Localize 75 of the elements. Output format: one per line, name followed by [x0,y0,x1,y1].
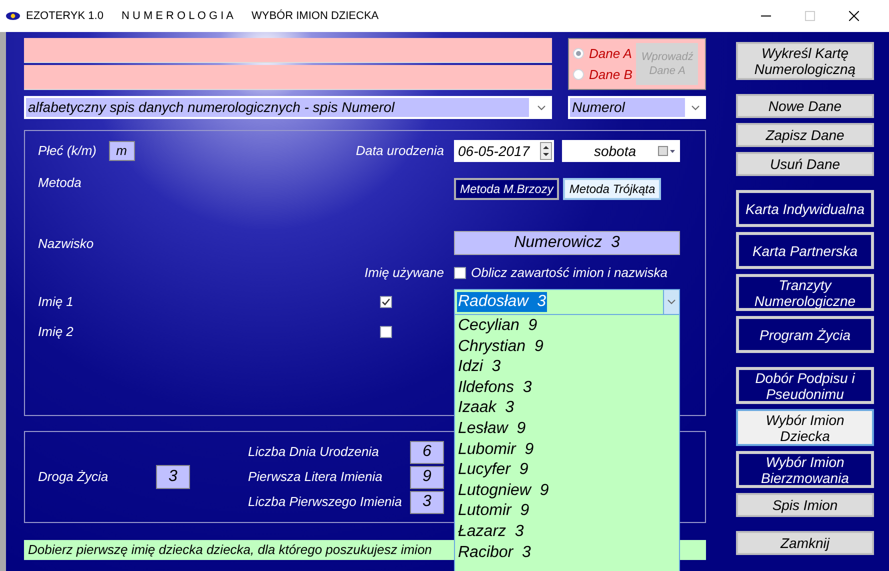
weekday-field[interactable]: sobota [562,140,680,162]
side-button[interactable]: Karta Indywidualna [736,190,874,227]
surname-field[interactable]: Numerowicz 3 [454,231,680,255]
number-field: 3 [410,490,444,514]
life-path-label: Droga Życia [38,468,110,486]
name-option[interactable]: Lesław 9 [458,418,679,440]
side-button[interactable]: Tranzyty Numerologiczne [736,274,874,311]
number-field: 9 [410,466,444,488]
first-name-combo-box[interactable]: Radosław 3 [454,289,680,315]
name-option[interactable]: Lubomir 9 [458,440,679,460]
spinner-icon[interactable] [540,142,552,160]
app-name: EZOTERYK 1.0 [26,8,104,24]
first-name-label: Imię 2 [38,323,74,342]
checkbox[interactable] [380,296,392,308]
side-button[interactable]: Zamknij [736,531,874,555]
window-title: WYBÓR IMION DZIECKA [252,8,379,24]
side-button[interactable]: Wybór Imion Dziecka [736,409,874,446]
surname-label: Nazwisko [38,234,94,252]
radio-label: Dane A [589,44,632,62]
name-option[interactable]: Łazarz 3 [458,522,679,543]
side-button[interactable]: Nowe Dane [736,94,874,118]
side-button[interactable]: Wybór Imion Bierzmowania [736,451,874,488]
dropdown-button[interactable] [663,290,679,314]
list-combo-box[interactable]: alfabetyczny spis danych numerologicznych - spis Numerol [24,96,552,119]
name-input-field[interactable] [24,65,552,90]
side-button[interactable]: Karta Partnerska [736,232,874,269]
number-label: Liczba Pierwszego Imienia [248,493,402,512]
method-button[interactable]: Metoda Trójkąta [563,178,662,200]
method-button[interactable]: Metoda M.Brzozy [454,178,560,200]
set-combo-value: Numerol [570,98,685,117]
side-button[interactable]: Dobór Podpisu i Pseudonimu [736,367,874,404]
birth-date-value: 06-05-2017 [458,142,530,160]
side-button[interactable]: Usuń Dane [736,152,874,176]
side-button[interactable]: Program Życia [736,316,874,353]
side-button[interactable]: Wykreśl Kartę Numerologiczną [736,42,874,80]
checkbox[interactable] [380,326,392,338]
app-section: N U M E R O L O G I A [121,8,234,24]
name-option[interactable]: Cecylian 9 [458,316,679,337]
close-icon[interactable] [849,11,859,21]
number-label: Pierwsza Litera Imienia [248,468,382,486]
name-option[interactable]: Izaak 3 [458,398,679,419]
side-button[interactable]: Spis Imion [736,493,874,517]
gender-field[interactable]: m [108,141,134,161]
birth-date-label: Data urodzenia [356,142,444,160]
calendar-icon[interactable] [658,146,676,156]
name-input-field[interactable] [24,38,552,63]
chevron-down-icon [537,104,546,110]
set-combo-box[interactable]: Numerol [568,96,706,119]
list-combo-value: alfabetyczny spis danych numerologicznych - spis Numerol [26,98,529,117]
side-button[interactable]: Zapisz Dane [736,123,874,147]
life-path-field: 3 [156,465,190,489]
radio-button[interactable] [573,69,584,80]
first-name-value: Radosław 3 [457,292,548,312]
name-option[interactable]: Chrystian 9 [458,336,679,358]
chevron-down-icon [691,104,700,110]
maximize-icon[interactable] [805,11,815,21]
radio-button[interactable] [573,48,584,59]
checkbox[interactable] [454,267,466,279]
name-option[interactable]: Lutomir 9 [458,501,679,522]
method-label: Metoda [38,174,82,192]
name-option[interactable]: Lucyfer 9 [458,460,679,481]
birth-date-field[interactable]: 06-05-2017 [454,140,554,162]
first-name-label: Imię 1 [38,293,74,312]
checkbox-label: Oblicz zawartość imion i nazwiska [471,264,668,282]
number-field: 6 [410,440,444,464]
name-option[interactable]: Lutogniew 9 [458,480,679,502]
number-label: Liczba Dnia Urodzenia [248,443,379,462]
radio-label: Dane B [589,66,632,84]
chevron-down-icon [667,299,676,305]
weekday-value: sobota [592,142,638,160]
used-name-label: Imię używane [364,264,444,282]
name-option[interactable]: Ildefons 3 [458,378,679,398]
name-option[interactable]: Idzi 3 [458,357,679,378]
eye-logo-icon [6,12,20,20]
gender-label: Płeć (k/m) [38,142,96,160]
